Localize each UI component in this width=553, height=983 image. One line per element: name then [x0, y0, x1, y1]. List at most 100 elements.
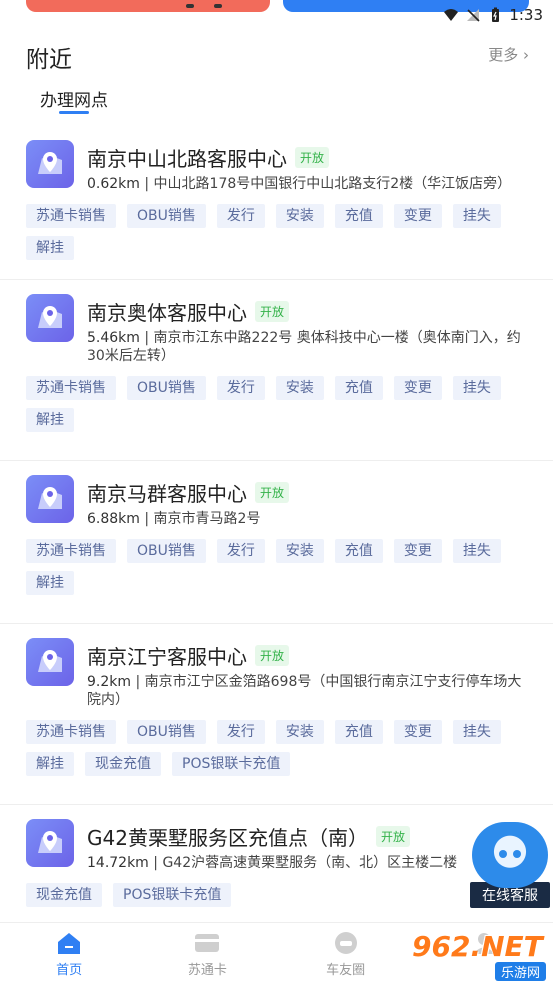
nav-car-circle[interactable]: 车友圈 — [277, 923, 415, 983]
watermark-bottom: 乐游网 — [494, 962, 546, 981]
service-tag: 苏通卡销售 — [26, 720, 116, 744]
service-tag: OBU销售 — [127, 376, 206, 400]
service-tag: 解挂 — [26, 236, 74, 260]
home-icon — [58, 933, 81, 954]
service-tag: 挂失 — [452, 539, 501, 563]
online-service-button[interactable]: 在线客服 — [470, 822, 550, 908]
outlet-name: 南京马群客服中心 — [87, 481, 247, 506]
outlet-distance: 14.72km — [87, 855, 149, 871]
service-tags: 苏通卡销售 OBU销售 发行 安装 充值 变更 挂失 解挂 — [26, 539, 527, 603]
outlet-item[interactable]: 南京奥体客服中心 开放 5.46km | 南京市江东中路222号 奥体科技中心一楼… — [0, 280, 553, 461]
service-tag: OBU销售 — [127, 720, 206, 744]
outlet-item[interactable]: 南京中山北路客服中心 开放 0.62km | 中山北路178号中国银行中山北路支行… — [0, 126, 553, 280]
outlet-address-text: 南京市青马路2号 — [153, 511, 261, 527]
outlet-address: 6.88km | 南京市青马路2号 — [87, 511, 261, 527]
outlet-item[interactable]: 南京江宁客服中心 开放 9.2km | 南京市江宁区金箔路698号（中国银行南京江… — [0, 624, 553, 805]
status-time: 1:33 — [509, 6, 543, 24]
service-tag: POS银联卡充值 — [113, 883, 232, 907]
service-tag: 发行 — [216, 720, 265, 744]
outlet-list: 南京中山北路客服中心 开放 0.62km | 中山北路178号中国银行中山北路支行… — [0, 126, 553, 925]
nav-home[interactable]: 首页 — [0, 923, 138, 983]
robot-icon — [472, 822, 548, 888]
service-tag: 充值 — [334, 720, 383, 744]
service-tag: 充值 — [334, 539, 383, 563]
outlet-address-text: 中山北路178号中国银行中山北路支行2楼（华江饭店旁） — [153, 176, 512, 192]
service-tag: 变更 — [393, 204, 442, 228]
nav-car-circle-label: 车友圈 — [326, 963, 366, 978]
tab-service-outlets[interactable]: 办理网点 — [40, 86, 108, 111]
status-badge: 开放 — [295, 146, 330, 168]
service-tag: OBU销售 — [127, 539, 206, 563]
service-tags: 现金充值 POS银联卡充值 — [26, 883, 527, 915]
service-tag: 挂失 — [452, 720, 501, 744]
service-tag: 充值 — [334, 204, 383, 228]
service-tag: OBU销售 — [127, 204, 206, 228]
service-tag: 现金充值 — [85, 752, 161, 776]
section-title: 附近 — [26, 47, 72, 73]
outlet-name: 南京江宁客服中心 — [87, 644, 247, 669]
service-tag: 安装 — [275, 204, 324, 228]
service-tags: 苏通卡销售 OBU销售 发行 安装 充值 变更 挂失 解挂 现金充值 POS银联… — [26, 720, 527, 784]
outlet-address-text: 南京市江东中路222号 奥体科技中心一楼（奥体南门入，约30米后左转） — [87, 330, 521, 364]
location-pin-icon — [26, 819, 74, 867]
service-tag: 苏通卡销售 — [26, 539, 116, 563]
car-circle-icon — [334, 932, 357, 954]
service-tags: 苏通卡销售 OBU销售 发行 安装 充值 变更 挂失 解挂 — [26, 204, 527, 268]
service-tag: 安装 — [275, 539, 324, 563]
nav-sutong-card-label: 苏通卡 — [187, 963, 227, 978]
card-icon — [195, 934, 220, 952]
status-badge: 开放 — [255, 481, 290, 503]
location-pin-icon — [26, 475, 74, 523]
tab-underline — [59, 111, 89, 114]
status-badge: 开放 — [255, 300, 290, 322]
outlet-name: 南京奥体客服中心 — [87, 300, 247, 325]
nav-sutong-card[interactable]: 苏通卡 — [138, 923, 276, 983]
status-badge: 开放 — [255, 644, 290, 666]
service-tag: 现金充值 — [26, 883, 102, 907]
service-tag: 安装 — [275, 376, 324, 400]
service-tag: 发行 — [216, 539, 265, 563]
service-tag: 解挂 — [26, 571, 74, 595]
outlet-distance: 0.62km — [87, 176, 140, 192]
outlet-name: 南京中山北路客服中心 — [87, 146, 287, 171]
service-tag: 变更 — [393, 376, 442, 400]
service-tag: 发行 — [216, 204, 265, 228]
service-tag: 解挂 — [26, 408, 74, 432]
outlet-address: 0.62km | 中山北路178号中国银行中山北路支行2楼（华江饭店旁） — [87, 176, 512, 192]
service-tag: 充值 — [334, 376, 383, 400]
wifi-icon — [444, 9, 459, 21]
service-tag: 解挂 — [26, 752, 74, 776]
location-pin-icon — [26, 140, 74, 188]
status-badge: 开放 — [375, 825, 410, 847]
outlet-address-text: G42沪蓉高速黄栗墅服务（南、北）区主楼二楼 — [162, 855, 458, 871]
location-pin-icon — [26, 294, 74, 342]
outlet-distance: 9.2km — [87, 674, 132, 690]
nav-home-label: 首页 — [56, 963, 83, 978]
more-link[interactable]: 更多 › — [488, 44, 529, 65]
service-tag: 发行 — [216, 376, 265, 400]
outlet-distance: 5.46km — [87, 330, 140, 346]
outlet-address: 9.2km | 南京市江宁区金箔路698号（中国银行南京江宁支行停车场大院内） — [87, 674, 522, 708]
location-pin-icon — [26, 638, 74, 686]
watermark-logo: 962.NET 乐游网 — [412, 930, 552, 982]
service-tag: 挂失 — [452, 204, 501, 228]
outlet-item[interactable]: 南京马群客服中心 开放 6.88km | 南京市青马路2号 苏通卡销售 OBU销售… — [0, 461, 553, 624]
outlet-address-text: 南京市江宁区金箔路698号（中国银行南京江宁支行停车场大院内） — [87, 674, 522, 708]
service-tag: 变更 — [393, 720, 442, 744]
outlet-address: 5.46km | 南京市江东中路222号 奥体科技中心一楼（奥体南门入，约30米… — [87, 330, 521, 364]
service-tag: POS银联卡充值 — [172, 752, 291, 776]
watermark-top: 962.NET — [412, 930, 543, 963]
service-tags: 苏通卡销售 OBU销售 发行 安装 充值 变更 挂失 解挂 — [26, 376, 527, 440]
service-tag: 苏通卡销售 — [26, 376, 116, 400]
service-tag: 苏通卡销售 — [26, 204, 116, 228]
outlet-name: G42黄栗墅服务区充值点（南） — [87, 825, 368, 850]
outlet-distance: 6.88km — [87, 511, 140, 527]
top-banner-card-left[interactable] — [26, 0, 270, 12]
service-tag: 变更 — [393, 539, 442, 563]
service-tag: 安装 — [275, 720, 324, 744]
outlet-address: 14.72km | G42沪蓉高速黄栗墅服务（南、北）区主楼二楼 — [87, 855, 458, 871]
battery-icon — [492, 7, 500, 22]
status-bar: 1:33 — [443, 4, 543, 26]
service-tag: 挂失 — [452, 376, 501, 400]
no-signal-icon — [467, 9, 480, 22]
